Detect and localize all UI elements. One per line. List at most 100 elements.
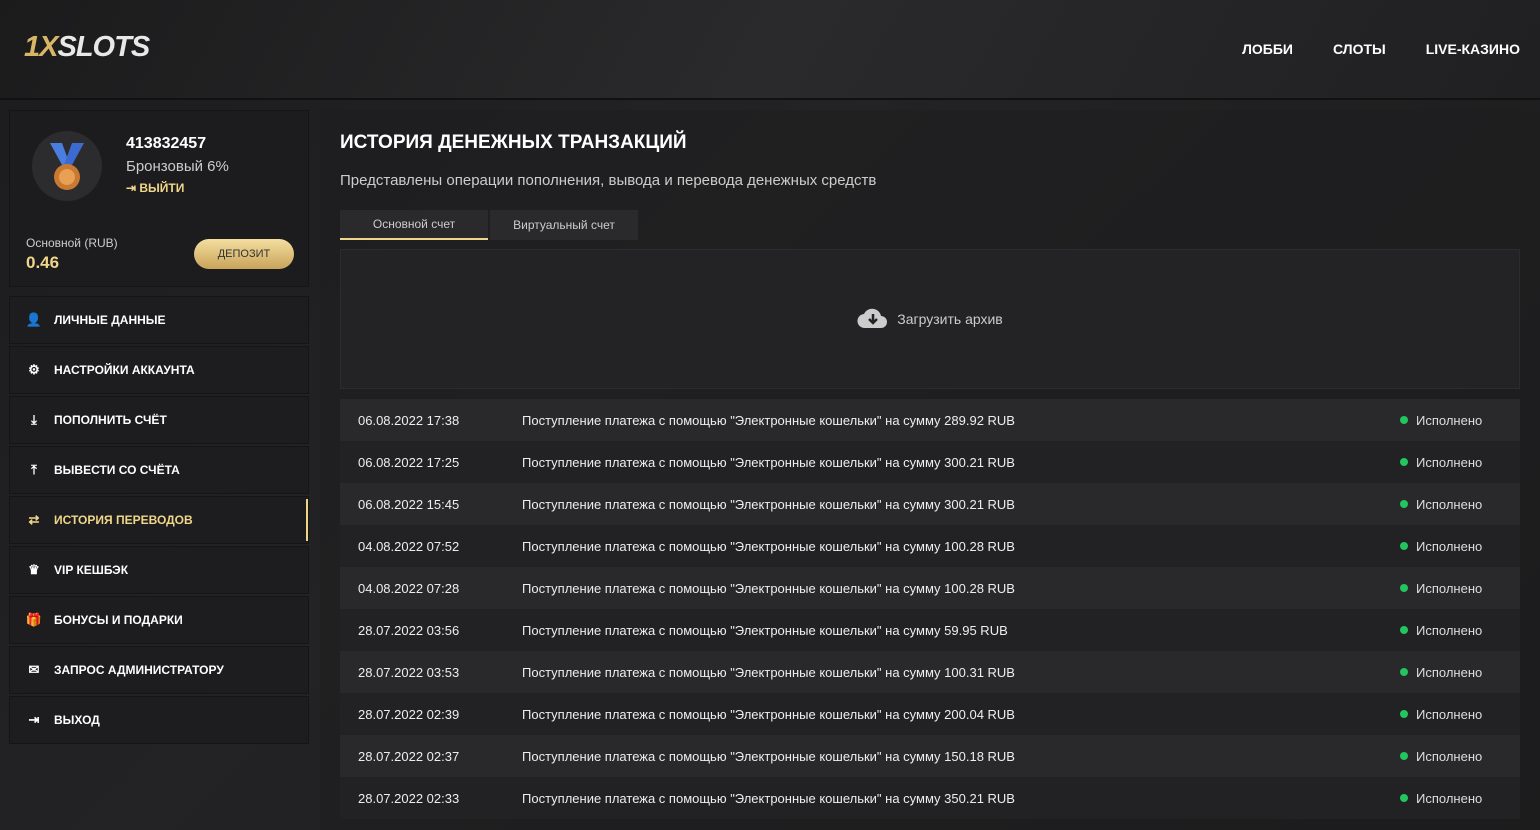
balance: 0.46 xyxy=(26,253,60,272)
transactions-list: 06.08.2022 17:38 Поступление платежа с по… xyxy=(340,399,1520,819)
sidebar-item-envelope[interactable]: ✉ ЗАПРОС АДМИНИСТРАТОРУ xyxy=(9,646,309,694)
medal-icon xyxy=(32,131,102,201)
gears-icon: ⚙ xyxy=(28,362,40,377)
status-dot-icon xyxy=(1400,626,1408,634)
transaction-description: Поступление платежа с помощью "Электронн… xyxy=(522,580,1015,596)
sidebar-item-label: ВЫХОД xyxy=(54,713,100,727)
sidebar-item-exchange[interactable]: ⇄ ИСТОРИЯ ПЕРЕВОДОВ xyxy=(9,496,309,544)
status-dot-icon xyxy=(1400,668,1408,676)
nav-live-casino[interactable]: LIVE-КАЗИНО xyxy=(1426,41,1520,57)
sidebar-item-gears[interactable]: ⚙ НАСТРОЙКИ АККАУНТА xyxy=(9,346,309,394)
transaction-date: 06.08.2022 15:45 xyxy=(358,496,460,512)
sidebar-item-label: НАСТРОЙКИ АККАУНТА xyxy=(54,363,195,377)
sidebar-item-label: ВЫВЕСТИ СО СЧЁТА xyxy=(54,463,180,477)
status-badge: Исполнено xyxy=(1400,455,1520,470)
table-row: 04.08.2022 07:52 Поступление платежа с по… xyxy=(340,525,1520,567)
table-row: 28.07.2022 03:56 Поступление платежа с по… xyxy=(340,609,1520,651)
sidebar-item-label: ЛИЧНЫЕ ДАННЫЕ xyxy=(54,313,166,327)
status-badge: Исполнено xyxy=(1400,581,1520,596)
sidebar-item-user-plus[interactable]: 👤 ЛИЧНЫЕ ДАННЫЕ xyxy=(9,296,309,344)
status-badge: Исполнено xyxy=(1400,749,1520,764)
main-content: ИСТОРИЯ ДЕНЕЖНЫХ ТРАНЗАКЦИЙ Представлены… xyxy=(320,110,1540,830)
transaction-date: 28.07.2022 02:37 xyxy=(358,748,460,764)
status-badge: Исполнено xyxy=(1400,497,1520,512)
account-tabs: Основной счет Виртуальный счет xyxy=(340,210,1520,240)
cloud-download-icon xyxy=(857,306,889,333)
status-dot-icon xyxy=(1400,416,1408,424)
sidebar-item-label: БОНУСЫ И ПОДАРКИ xyxy=(54,613,183,627)
status-dot-icon xyxy=(1400,458,1408,466)
profile-card: 413832457 Бронзовый 6% ⇥ ВЫЙТИ Основной … xyxy=(9,110,309,287)
sidebar-item-gift[interactable]: 🎁 БОНУСЫ И ПОДАРКИ xyxy=(9,596,309,644)
logo[interactable]: 1XSLOTS xyxy=(24,31,150,64)
deposit-button[interactable]: ДЕПОЗИТ xyxy=(194,239,294,269)
tab-main-account[interactable]: Основной счет xyxy=(340,210,488,240)
crown-icon: ♛ xyxy=(28,562,40,577)
transaction-description: Поступление платежа с помощью "Электронн… xyxy=(522,790,1015,806)
sidebar-item-label: VIP КЕШБЭК xyxy=(54,563,129,577)
logout-link[interactable]: ⇥ ВЫЙТИ xyxy=(126,181,184,195)
status-dot-icon xyxy=(1400,794,1408,802)
nav-slots[interactable]: СЛОТЫ xyxy=(1333,41,1386,57)
nav-lobby[interactable]: ЛОББИ xyxy=(1242,41,1293,57)
table-row: 28.07.2022 02:33 Поступление платежа с по… xyxy=(340,777,1520,819)
transaction-date: 28.07.2022 02:39 xyxy=(358,706,460,722)
table-row: 06.08.2022 15:45 Поступление платежа с по… xyxy=(340,483,1520,525)
transaction-description: Поступление платежа с помощью "Электронн… xyxy=(522,664,1015,680)
sidebar-item-label: ЗАПРОС АДМИНИСТРАТОРУ xyxy=(54,663,224,677)
transaction-date: 28.07.2022 03:56 xyxy=(358,622,460,638)
table-row: 06.08.2022 17:25 Поступление платежа с по… xyxy=(340,441,1520,483)
download-archive-button[interactable]: Загрузить архив xyxy=(340,249,1520,389)
page-title: ИСТОРИЯ ДЕНЕЖНЫХ ТРАНЗАКЦИЙ xyxy=(340,132,687,153)
status-badge: Исполнено xyxy=(1400,791,1520,806)
sidebar: 413832457 Бронзовый 6% ⇥ ВЫЙТИ Основной … xyxy=(9,110,309,746)
exchange-icon: ⇄ xyxy=(28,512,40,527)
sidebar-item-crown[interactable]: ♛ VIP КЕШБЭК xyxy=(9,546,309,594)
table-row: 28.07.2022 02:37 Поступление платежа с по… xyxy=(340,735,1520,777)
table-row: 28.07.2022 03:53 Поступление платежа с по… xyxy=(340,651,1520,693)
table-row: 28.07.2022 02:39 Поступление платежа с по… xyxy=(340,693,1520,735)
sidebar-menu: 👤 ЛИЧНЫЕ ДАННЫЕ ⚙ НАСТРОЙКИ АККАУНТА ⤓ ПОПОЛН… xyxy=(9,296,309,744)
status-dot-icon xyxy=(1400,500,1408,508)
transaction-description: Поступление платежа с помощью "Электронн… xyxy=(522,622,1008,638)
status-badge: Исполнено xyxy=(1400,707,1520,722)
sidebar-item-label: ИСТОРИЯ ПЕРЕВОДОВ xyxy=(54,513,193,527)
page-subtitle: Представлены операции пополнения, вывода… xyxy=(340,172,877,189)
transaction-description: Поступление платежа с помощью "Электронн… xyxy=(522,538,1015,554)
transaction-description: Поступление платежа с помощью "Электронн… xyxy=(522,496,1015,512)
sidebar-item-upload[interactable]: ⤒ ВЫВЕСТИ СО СЧЁТА xyxy=(9,446,309,494)
transaction-date: 28.07.2022 02:33 xyxy=(358,790,460,806)
status-dot-icon xyxy=(1400,584,1408,592)
status-dot-icon xyxy=(1400,752,1408,760)
transaction-description: Поступление платежа с помощью "Электронн… xyxy=(522,454,1015,470)
loyalty-tier: Бронзовый 6% xyxy=(126,158,229,175)
upload-icon: ⤒ xyxy=(31,462,37,477)
transaction-date: 06.08.2022 17:25 xyxy=(358,454,460,470)
sidebar-item-sign-out[interactable]: ⇥ ВЫХОД xyxy=(9,696,309,744)
transaction-date: 06.08.2022 17:38 xyxy=(358,412,460,428)
sign-out-icon: ⇥ xyxy=(126,181,140,195)
transaction-date: 28.07.2022 03:53 xyxy=(358,664,460,680)
header: 1XSLOTS ЛОББИ СЛОТЫ LIVE-КАЗИНО xyxy=(0,0,1540,100)
transaction-description: Поступление платежа с помощью "Электронн… xyxy=(522,706,1015,722)
status-dot-icon xyxy=(1400,542,1408,550)
transaction-description: Поступление платежа с помощью "Электронн… xyxy=(522,412,1015,428)
account-label: Основной (RUB) xyxy=(26,236,118,250)
status-dot-icon xyxy=(1400,710,1408,718)
sign-out-icon: ⇥ xyxy=(28,712,40,727)
status-badge: Исполнено xyxy=(1400,413,1520,428)
sidebar-item-label: ПОПОЛНИТЬ СЧЁТ xyxy=(54,413,167,427)
top-nav: ЛОББИ СЛОТЫ LIVE-КАЗИНО xyxy=(1242,41,1520,57)
table-row: 06.08.2022 17:38 Поступление платежа с по… xyxy=(340,399,1520,441)
download-icon: ⤓ xyxy=(31,412,37,427)
transaction-description: Поступление платежа с помощью "Электронн… xyxy=(522,748,1015,764)
transaction-date: 04.08.2022 07:28 xyxy=(358,580,460,596)
transaction-date: 04.08.2022 07:52 xyxy=(358,538,460,554)
tab-virtual-account[interactable]: Виртуальный счет xyxy=(490,210,638,240)
status-badge: Исполнено xyxy=(1400,623,1520,638)
gift-icon: 🎁 xyxy=(25,612,43,627)
user-id: 413832457 xyxy=(126,135,207,152)
envelope-icon: ✉ xyxy=(28,662,40,677)
user-plus-icon: 👤 xyxy=(25,312,43,327)
sidebar-item-download[interactable]: ⤓ ПОПОЛНИТЬ СЧЁТ xyxy=(9,396,309,444)
